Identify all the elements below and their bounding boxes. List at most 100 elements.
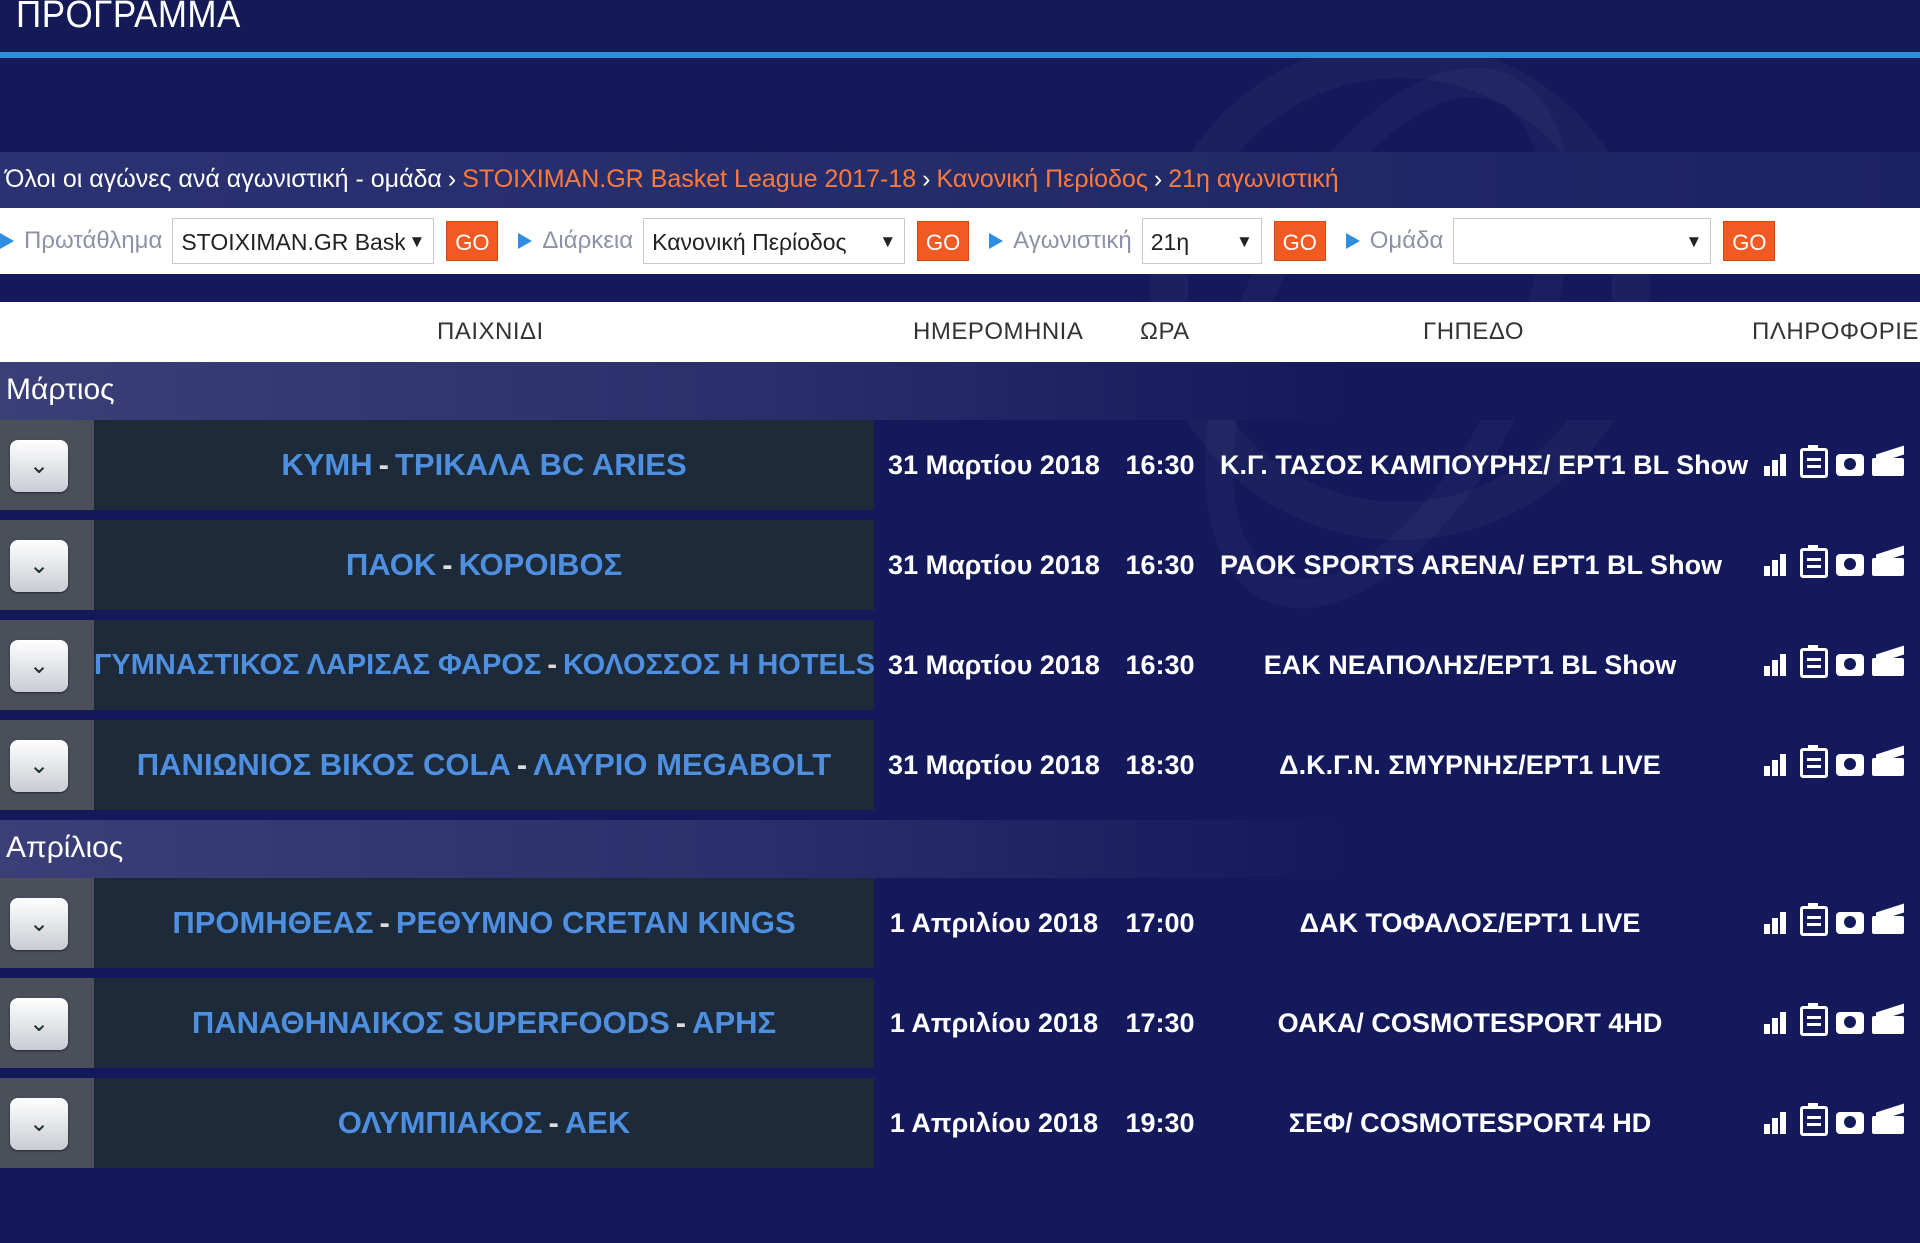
arrow-right-icon bbox=[1345, 233, 1360, 249]
home-team-link[interactable]: ΚΥΜΗ bbox=[281, 447, 372, 482]
expand-toggle[interactable]: ⌄ bbox=[0, 720, 94, 810]
away-team-link[interactable]: ΚΟΛΟΣΣΟΣ H HOTELS bbox=[563, 649, 874, 681]
clipboard-icon[interactable] bbox=[1800, 545, 1828, 578]
dropdown-arrow-icon: ▼ bbox=[1681, 219, 1703, 263]
page-title: ΠΡΟΓΡΑΜΜΑ bbox=[16, 0, 241, 36]
match-title: ΠΑΟΚ - ΚΟΡΟΙΒΟΣ bbox=[94, 520, 874, 610]
home-team-link[interactable]: ΠΑΝΙΩΝΙΟΣ ΒΙΚΟΣ COLA bbox=[137, 747, 511, 782]
breadcrumb: Όλοι οι αγώνες ανά αγωνιστική - ομάδα › ST… bbox=[0, 152, 1920, 208]
expand-toggle[interactable]: ⌄ bbox=[0, 878, 94, 968]
expand-toggle[interactable]: ⌄ bbox=[0, 978, 94, 1068]
game-time: 16:30 bbox=[1125, 650, 1195, 680]
game-row: ⌄ ΟΛΥΜΠΙΑΚΟΣ - ΑΕΚ 1 Απριλίου 2018 19:30 Σ… bbox=[0, 1078, 1920, 1168]
game-date: 31 Μαρτίου 2018 bbox=[888, 550, 1100, 580]
breadcrumb-root[interactable]: Όλοι οι αγώνες ανά αγωνιστική - ομάδα bbox=[5, 165, 442, 193]
championship-go-button[interactable]: GO bbox=[446, 221, 499, 261]
chevron-down-icon[interactable]: ⌄ bbox=[10, 998, 68, 1050]
duration-go-button[interactable]: GO bbox=[917, 221, 970, 261]
chevron-down-icon[interactable]: ⌄ bbox=[10, 540, 68, 592]
ticket-icon[interactable] bbox=[1872, 648, 1904, 678]
chevron-down-icon[interactable]: ⌄ bbox=[10, 640, 68, 692]
stats-icon[interactable] bbox=[1764, 648, 1792, 678]
game-row: ⌄ ΠΑΝΑΘΗΝΑΙΚΟΣ SUPERFOODS - ΑΡΗΣ 1 Απριλίο… bbox=[0, 978, 1920, 1068]
camera-icon[interactable] bbox=[1836, 654, 1864, 676]
away-team-link[interactable]: ΚΟΡΟΙΒΟΣ bbox=[459, 547, 623, 582]
game-row: ⌄ ΓΥΜΝΑΣΤΙΚΟΣ ΛΑΡΙΣΑΣ ΦΑΡΟΣ - ΚΟΛΟΣΣΟΣ H H… bbox=[0, 620, 1920, 710]
clipboard-icon[interactable] bbox=[1800, 903, 1828, 936]
expand-toggle[interactable]: ⌄ bbox=[0, 1078, 94, 1168]
stats-icon[interactable] bbox=[1764, 1006, 1792, 1036]
ticket-icon[interactable] bbox=[1872, 748, 1904, 778]
away-team-link[interactable]: ΡΕΘΥΜΝΟ CRETAN KINGS bbox=[396, 905, 796, 940]
breadcrumb-round[interactable]: 21η αγωνιστική bbox=[1168, 165, 1338, 193]
column-header-venue: ΓΗΠΕΔΟ bbox=[1423, 318, 1525, 345]
stats-icon[interactable] bbox=[1764, 748, 1792, 778]
game-venue: PAOK SPORTS ARENA/ ΕΡΤ1 BL Show bbox=[1220, 550, 1723, 580]
match-title: ΟΛΥΜΠΙΑΚΟΣ - ΑΕΚ bbox=[94, 1078, 874, 1168]
team-select[interactable]: ▼ bbox=[1453, 218, 1712, 264]
breadcrumb-period[interactable]: Κανονική Περίοδος bbox=[937, 165, 1148, 193]
home-team-link[interactable]: ΓΥΜΝΑΣΤΙΚΟΣ ΛΑΡΙΣΑΣ ΦΑΡΟΣ bbox=[94, 649, 541, 681]
camera-icon[interactable] bbox=[1836, 1012, 1864, 1034]
clipboard-icon[interactable] bbox=[1800, 445, 1828, 478]
away-team-link[interactable]: ΤΡΙΚΑΛΑ BC ARIES bbox=[395, 447, 687, 482]
home-team-link[interactable]: ΟΛΥΜΠΙΑΚΟΣ bbox=[338, 1105, 543, 1140]
game-time: 19:30 bbox=[1125, 1108, 1195, 1138]
camera-icon[interactable] bbox=[1836, 454, 1864, 476]
home-team-link[interactable]: ΠΑΟΚ bbox=[346, 547, 436, 582]
stats-icon[interactable] bbox=[1764, 906, 1792, 936]
game-date: 1 Απριλίου 2018 bbox=[889, 908, 1099, 938]
camera-icon[interactable] bbox=[1836, 754, 1864, 776]
away-team-link[interactable]: ΑΕΚ bbox=[565, 1105, 630, 1140]
round-select[interactable]: 21η ▼ bbox=[1141, 218, 1262, 264]
chevron-down-icon[interactable]: ⌄ bbox=[10, 1098, 68, 1150]
away-team-link[interactable]: ΑΡΗΣ bbox=[692, 1005, 776, 1040]
camera-icon[interactable] bbox=[1836, 1112, 1864, 1134]
team-go-button[interactable]: GO bbox=[1723, 221, 1776, 261]
home-team-link[interactable]: ΠΡΟΜΗΘΕΑΣ bbox=[172, 905, 373, 940]
ticket-icon[interactable] bbox=[1872, 1006, 1904, 1036]
breadcrumb-league[interactable]: STOIXIMAN.GR Basket League 2017-18 bbox=[462, 165, 916, 193]
camera-icon[interactable] bbox=[1836, 912, 1864, 934]
chevron-down-icon[interactable]: ⌄ bbox=[10, 740, 68, 792]
stats-icon[interactable] bbox=[1764, 448, 1792, 478]
filter-label-duration: Διάρκεια bbox=[518, 227, 633, 255]
game-row: ⌄ ΚΥΜΗ - ΤΡΙΚΑΛΑ BC ARIES 31 Μαρτίου 2018 … bbox=[0, 420, 1920, 510]
dropdown-arrow-icon: ▼ bbox=[404, 219, 426, 263]
ticket-icon[interactable] bbox=[1872, 448, 1904, 478]
game-date: 1 Απριλίου 2018 bbox=[889, 1008, 1099, 1038]
chevron-down-icon[interactable]: ⌄ bbox=[10, 898, 68, 950]
title-bar: ΠΡΟΓΡΑΜΜΑ bbox=[0, 0, 1920, 58]
championship-select[interactable]: STOIXIMAN.GR Basket League 2017-18▼ bbox=[172, 218, 435, 264]
expand-toggle[interactable]: ⌄ bbox=[0, 620, 94, 710]
home-team-link[interactable]: ΠΑΝΑΘΗΝΑΙΚΟΣ SUPERFOODS bbox=[192, 1005, 670, 1040]
stats-icon[interactable] bbox=[1764, 1106, 1792, 1136]
expand-toggle[interactable]: ⌄ bbox=[0, 520, 94, 610]
game-venue: ΕΑΚ ΝΕΑΠΟΛΗΣ/ΕΡΤ1 BL Show bbox=[1263, 650, 1677, 680]
clipboard-icon[interactable] bbox=[1800, 1103, 1828, 1136]
info-icons bbox=[1764, 445, 1904, 478]
month-header: Απρίλιος bbox=[0, 820, 1920, 878]
game-date: 31 Μαρτίου 2018 bbox=[888, 650, 1100, 680]
away-team-link[interactable]: ΛΑΥΡΙΟ MEGABOLT bbox=[533, 747, 831, 782]
game-time: 17:30 bbox=[1125, 1008, 1195, 1038]
stats-icon[interactable] bbox=[1764, 548, 1792, 578]
expand-toggle[interactable]: ⌄ bbox=[0, 420, 94, 510]
clipboard-icon[interactable] bbox=[1800, 1003, 1828, 1036]
round-go-button[interactable]: GO bbox=[1273, 221, 1326, 261]
clipboard-icon[interactable] bbox=[1800, 645, 1828, 678]
clipboard-icon[interactable] bbox=[1800, 745, 1828, 778]
dropdown-arrow-icon: ▼ bbox=[1231, 219, 1253, 263]
camera-icon[interactable] bbox=[1836, 554, 1864, 576]
game-row: ⌄ ΠΑΝΙΩΝΙΟΣ ΒΙΚΟΣ COLA - ΛΑΥΡΙΟ MEGABOLT 3… bbox=[0, 720, 1920, 810]
game-venue: ΔΑΚ ΤΟΦΑΛΟΣ/ΕΡΤ1 LIVE bbox=[1299, 908, 1641, 938]
game-time: 16:30 bbox=[1125, 550, 1195, 580]
duration-select[interactable]: Κανονική Περίοδος ▼ bbox=[643, 218, 906, 264]
column-header-time: ΩΡΑ bbox=[1140, 318, 1190, 345]
chevron-down-icon[interactable]: ⌄ bbox=[10, 440, 68, 492]
info-icons bbox=[1764, 1103, 1904, 1136]
ticket-icon[interactable] bbox=[1872, 1106, 1904, 1136]
game-row: ⌄ ΠΑΟΚ - ΚΟΡΟΙΒΟΣ 31 Μαρτίου 2018 16:30 PA… bbox=[0, 520, 1920, 610]
ticket-icon[interactable] bbox=[1872, 548, 1904, 578]
ticket-icon[interactable] bbox=[1872, 906, 1904, 936]
